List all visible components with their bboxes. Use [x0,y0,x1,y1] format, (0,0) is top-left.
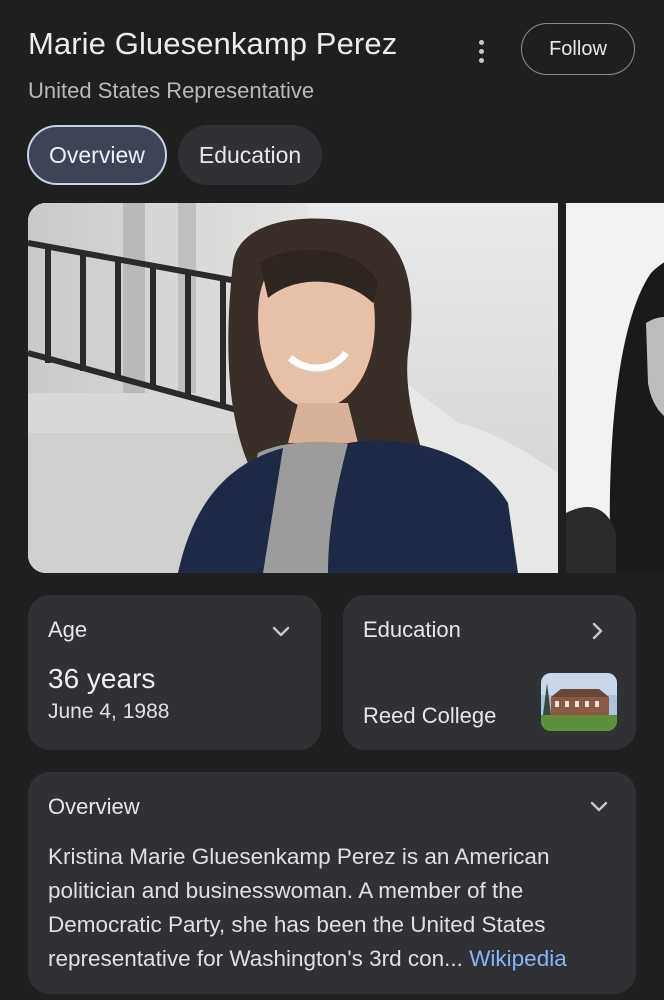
dot [478,39,484,45]
more-options-icon[interactable] [468,36,494,66]
education-label: Education [363,617,461,642]
overview-description: Kristina Marie Gluesenkamp Perez is an A… [48,840,620,976]
tab-bar: Overview Education [27,125,323,185]
portrait-photo-graphic [28,203,558,573]
overview-label: Overview [48,794,140,819]
college-thumbnail-graphic [541,673,617,731]
wikipedia-link[interactable]: Wikipedia [469,946,567,971]
portrait-photo[interactable] [28,203,558,573]
dot [478,48,484,54]
entity-subtitle: United States Representative [28,78,315,103]
college-thumbnail[interactable] [541,673,617,731]
tab-overview[interactable]: Overview [27,125,167,185]
age-value: 36 years [48,663,156,694]
knowledge-panel-header: Marie Gluesenkamp Perez United States Re… [28,22,636,112]
second-photo[interactable] [566,203,664,573]
follow-button[interactable]: Follow [521,23,635,75]
overview-line: Kristina Marie Gluesenkamp Perez is an A… [48,844,550,869]
education-card[interactable]: Education Reed College [343,595,636,750]
image-carousel[interactable] [28,203,664,573]
chevron-down-icon[interactable] [588,796,610,818]
page-title: Marie Gluesenkamp Perez [28,26,398,61]
chevron-down-icon[interactable] [270,621,292,643]
overview-card[interactable]: Overview Kristina Marie Gluesenkamp Pere… [28,772,636,994]
overview-line: representative for Washington's 3rd con.… [48,946,463,971]
chevron-right-icon[interactable] [586,620,608,642]
overview-line: Democratic Party, she has been the Unite… [48,912,546,937]
tab-education[interactable]: Education [177,125,323,185]
dot [478,57,484,63]
age-card[interactable]: Age 36 years June 4, 1988 [28,595,321,750]
birth-date: June 4, 1988 [48,700,170,723]
overview-line: politician and businesswoman. A member o… [48,878,524,903]
overview-line-last: representative for Washington's 3rd con.… [48,942,620,976]
education-value: Reed College [363,703,497,728]
second-photo-graphic [566,203,664,573]
age-label: Age [48,617,88,642]
